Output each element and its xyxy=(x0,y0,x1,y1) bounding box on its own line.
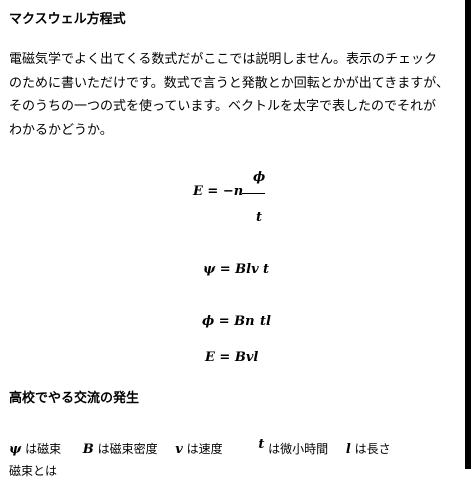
equation-1-numerator: ϕ xyxy=(253,170,266,185)
section-title: 高校でやる交流の発生 xyxy=(9,391,140,406)
definition-symbol: t xyxy=(258,437,265,452)
intro-paragraph: 電磁気学でよく出てくる数式だがここでは説明しません。表示のチェック のために書い… xyxy=(9,48,459,142)
definition-symbol: ψ xyxy=(9,442,22,457)
definition-symbol: v xyxy=(175,442,183,457)
equation-3-tail: tl xyxy=(260,314,271,329)
right-edge-bar xyxy=(465,0,471,469)
definition-desc: は磁束密度 xyxy=(97,442,158,456)
equation-1-lhs: E = −n xyxy=(193,184,244,199)
definition-desc: は速度 xyxy=(186,442,223,456)
equation-4: E = Bvl xyxy=(205,350,259,365)
intro-line: そのうちの一つの式を使っています。ベクトルを太字で表したのでそれが xyxy=(9,99,437,114)
intro-line: 電磁気学でよく出てくる数式だがここでは説明しません。表示のチェック xyxy=(9,52,437,67)
equation-2: ψ = Blv xyxy=(203,262,259,277)
intro-line: わかるかどうか。 xyxy=(9,122,113,138)
page-title: マクスウェル方程式 xyxy=(9,12,126,27)
fraction-bar xyxy=(242,193,265,194)
cutoff-text: 磁束とは xyxy=(9,464,58,478)
intro-line: のために書いただけです。数式で言うと発散とか回転とかが出てきますが、 xyxy=(9,75,450,91)
definition-symbol: B xyxy=(82,442,94,457)
equation-3: ϕ = Bn xyxy=(202,314,255,329)
definitions-line: ψ は磁束 B は磁束密度 v は速度 t は微小時間 l は長さ xyxy=(9,437,391,457)
definition-desc: は長さ xyxy=(354,442,391,456)
equation-2-tail: t xyxy=(263,262,270,277)
definition-desc: は磁束 xyxy=(25,442,62,456)
definition-symbol: l xyxy=(345,442,351,457)
definition-desc: は微小時間 xyxy=(268,442,329,456)
equation-1-denominator: t xyxy=(256,210,263,225)
